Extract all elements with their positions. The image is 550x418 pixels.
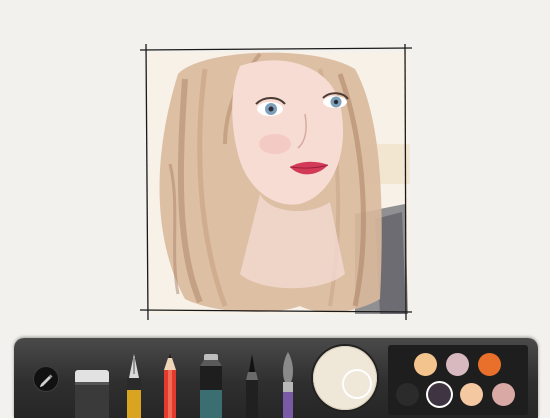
marker-icon[interactable]: [194, 352, 228, 418]
tool-tray: [14, 338, 538, 418]
palette-swatch-selected[interactable]: [428, 383, 451, 406]
palette-swatch[interactable]: [396, 383, 419, 406]
palette-swatch[interactable]: [478, 353, 501, 376]
palette-swatch[interactable]: [460, 383, 483, 406]
palette-swatch[interactable]: [446, 353, 469, 376]
brush-icon[interactable]: [276, 350, 300, 418]
color-palette: [388, 345, 528, 415]
pencil-badge-icon[interactable]: [34, 367, 58, 391]
drawing-canvas[interactable]: [0, 0, 550, 335]
palette-swatch[interactable]: [414, 353, 437, 376]
portrait-artwork: [140, 44, 412, 320]
pencil-icon[interactable]: [158, 350, 182, 418]
fountain-pen-icon[interactable]: [122, 352, 146, 418]
palette-swatch[interactable]: [492, 383, 515, 406]
eraser-icon[interactable]: [72, 366, 112, 418]
color-mixer-wheel[interactable]: [313, 346, 377, 410]
outline-pen-icon[interactable]: [240, 352, 264, 418]
